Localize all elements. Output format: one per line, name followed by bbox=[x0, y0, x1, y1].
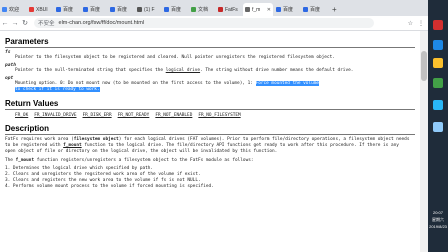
tab-close-icon[interactable]: ✕ bbox=[267, 7, 271, 13]
clock-time: 20:07 bbox=[432, 210, 443, 215]
tab-favicon-icon bbox=[218, 7, 223, 12]
f-mount-link[interactable]: f_mount bbox=[63, 143, 82, 148]
app-icon-cloud[interactable] bbox=[433, 122, 443, 132]
tab-strip: 欢迎 XBUI 百度 百度 百度 (1) F 百度 文档 FatFs f_m ✕ 百度 百度 + bbox=[0, 0, 428, 16]
desc-text: FatFs requires work area ( bbox=[5, 137, 74, 142]
new-tab-button[interactable]: + bbox=[328, 3, 341, 16]
description-heading: Description bbox=[5, 124, 415, 135]
tab-favicon-icon bbox=[2, 7, 7, 12]
page-content: Parameters fs Pointer to the filesystem … bbox=[0, 31, 420, 252]
tab-label: 百度 bbox=[171, 7, 182, 13]
right-sidebar: 20:07 星期六 2019/8/23 bbox=[428, 0, 448, 252]
browser-tab[interactable]: 百度 bbox=[54, 3, 80, 16]
tab-label: f_m bbox=[252, 6, 261, 13]
browser-tab[interactable]: FatFs bbox=[216, 3, 242, 16]
tab-favicon-icon bbox=[29, 7, 34, 12]
return-code-link[interactable]: FR_INVALID_DRIVE bbox=[34, 113, 76, 118]
return-code-link[interactable]: FR_DISK_ERR bbox=[83, 113, 112, 118]
browser-toolbar: ← → ↻ 不安全 elm-chan.org/fsw/ff/doc/mount.… bbox=[0, 16, 428, 31]
tab-label: XBUI bbox=[36, 6, 48, 13]
tab-favicon-icon bbox=[276, 7, 281, 12]
tab-favicon-icon bbox=[164, 7, 169, 12]
filesystem-object-term: filesystem object bbox=[73, 137, 119, 142]
browser-tab[interactable]: f_m ✕ bbox=[243, 3, 273, 16]
param-path-desc: Pointer to the null-terminated string th… bbox=[15, 68, 410, 74]
app-icon-blue[interactable] bbox=[433, 40, 443, 50]
tab-favicon-icon bbox=[56, 7, 61, 12]
clock-date: 2019/8/23 bbox=[429, 224, 447, 229]
tab-favicon-icon bbox=[110, 7, 115, 12]
param-opt-desc-text: Mounting option. 0: Do not mount now (to… bbox=[15, 81, 256, 86]
return-code-link[interactable]: FR_NOT_READY bbox=[118, 113, 150, 118]
param-opt-desc: Mounting option. 0: Do not mount now (to… bbox=[15, 81, 410, 93]
url-text[interactable]: elm-chan.org/fsw/ff/doc/mount.html bbox=[59, 20, 145, 26]
app-icon-green[interactable] bbox=[433, 78, 443, 88]
app-icon-red[interactable] bbox=[433, 20, 443, 30]
list-item: 4. Performs volume mount process to the … bbox=[5, 184, 214, 189]
param-path-desc-text: Pointer to the null-terminated string th… bbox=[15, 68, 166, 73]
tab-favicon-icon bbox=[303, 7, 308, 12]
tab-label: 百度 bbox=[117, 7, 128, 13]
description-paragraph-1: FatFs requires work area (filesystem obj… bbox=[5, 137, 410, 155]
app-icon-chrome[interactable] bbox=[433, 58, 443, 68]
browser-tab[interactable]: 百度 bbox=[81, 3, 107, 16]
app-icon-qq[interactable] bbox=[433, 100, 443, 110]
browser-tab[interactable]: 欢迎 bbox=[0, 3, 26, 16]
tab-label: 欢迎 bbox=[9, 7, 20, 13]
tab-label: 百度 bbox=[63, 7, 74, 13]
return-code-link[interactable]: FR_OK bbox=[15, 113, 28, 118]
forward-button[interactable]: → bbox=[10, 20, 20, 27]
clock-day: 星期六 bbox=[432, 217, 444, 222]
browser-tab[interactable]: 百度 bbox=[108, 3, 134, 16]
tab-label: FatFs bbox=[225, 6, 238, 13]
tab-label: 百度 bbox=[90, 7, 101, 13]
description-paragraph-2: The f_mount function registers/unregiste… bbox=[5, 158, 410, 164]
desc-text: The bbox=[5, 158, 16, 163]
browser-tab[interactable]: XBUI bbox=[27, 3, 53, 16]
browser-tab[interactable]: 文档 bbox=[189, 3, 215, 16]
selected-text-2[interactable]: to check if it is ready to work. bbox=[15, 87, 100, 92]
tab-favicon-icon bbox=[191, 7, 196, 12]
browser-tab[interactable]: 百度 bbox=[274, 3, 300, 16]
return-code-link[interactable]: FR_NOT_ENABLED bbox=[155, 113, 192, 118]
tab-label: 百度 bbox=[310, 7, 321, 13]
steps-list: 1. Determines the logical drive which sp… bbox=[5, 166, 420, 190]
tab-favicon-icon bbox=[83, 7, 88, 12]
star-icon[interactable]: ☆ bbox=[408, 20, 413, 27]
page-scrollbar[interactable] bbox=[420, 31, 428, 252]
return-values-heading: Return Values bbox=[5, 99, 415, 110]
param-path-desc-text-2: . The string without drive number means … bbox=[200, 68, 354, 73]
browser-tab[interactable]: (1) F bbox=[135, 3, 161, 16]
parameters-heading: Parameters bbox=[5, 37, 415, 48]
tab-label: (1) F bbox=[144, 6, 155, 13]
reload-button[interactable]: ↻ bbox=[20, 19, 30, 27]
tab-favicon-icon bbox=[245, 7, 250, 12]
browser-tab[interactable]: 百度 bbox=[301, 3, 327, 16]
back-button[interactable]: ← bbox=[0, 20, 10, 27]
desc-text: function registers/unregisters a filesys… bbox=[34, 158, 254, 163]
return-code-link[interactable]: FR_NO_FILESYSTEM bbox=[198, 113, 240, 118]
f-mount-term: f_mount bbox=[15, 158, 35, 163]
tab-favicon-icon bbox=[137, 7, 142, 12]
tab-label: 文档 bbox=[198, 7, 209, 13]
not-secure-label[interactable]: 不安全 bbox=[38, 19, 55, 27]
menu-icon[interactable]: ⋮ bbox=[418, 20, 424, 27]
selected-text-1[interactable]: Force mounted the volume bbox=[255, 81, 320, 86]
param-fs-desc: Pointer to the filesystem object to be r… bbox=[15, 55, 335, 60]
scrollbar-thumb[interactable] bbox=[421, 51, 427, 81]
address-bar[interactable]: 不安全 elm-chan.org/fsw/ff/doc/mount.html bbox=[34, 18, 374, 28]
logical-drive-link[interactable]: logical drive bbox=[166, 68, 200, 73]
browser-tab[interactable]: 百度 bbox=[162, 3, 188, 16]
tab-label: 百度 bbox=[283, 7, 294, 13]
